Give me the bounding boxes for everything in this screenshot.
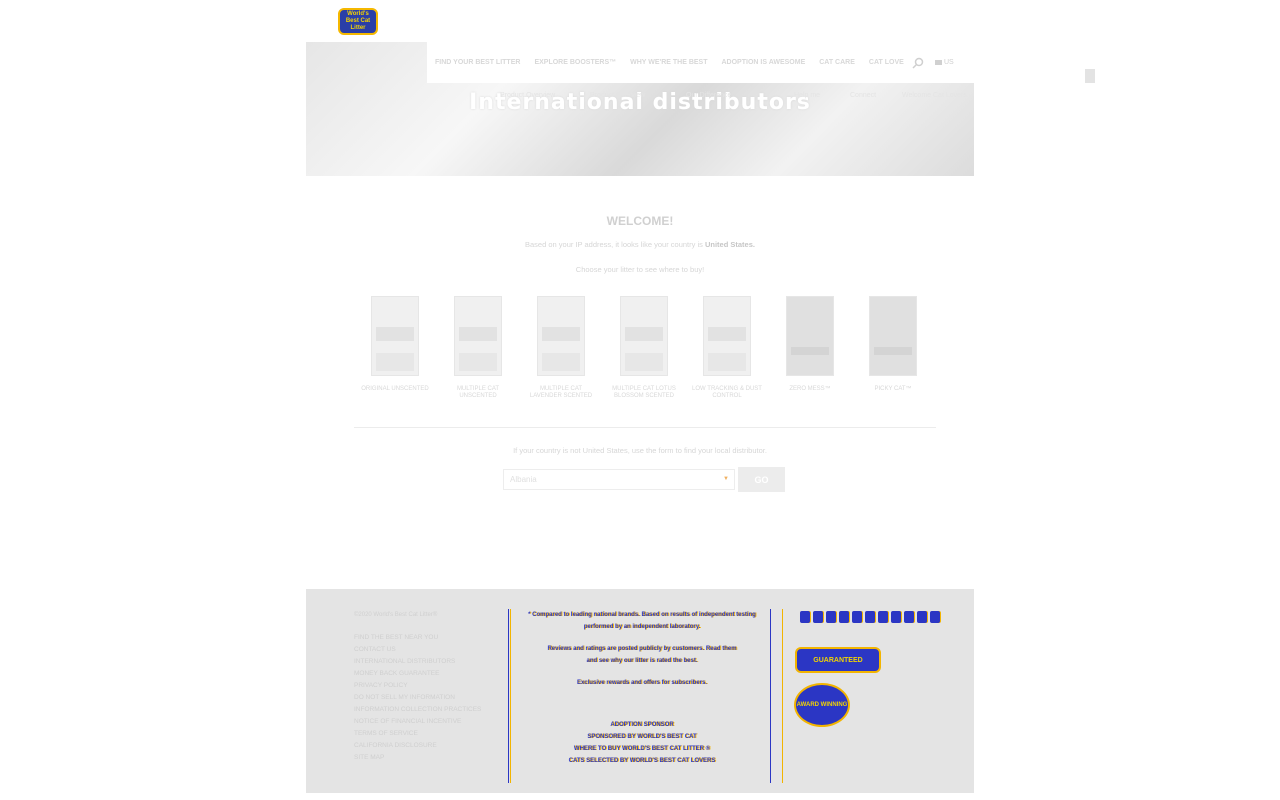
- product-name: LOW TRACKING & DUST CONTROL: [692, 386, 762, 399]
- footer-link[interactable]: CONTACT US: [354, 644, 474, 656]
- nav-edge-tab: [1085, 69, 1095, 83]
- sponsor-line[interactable]: WHERE TO BUY WORLD'S BEST CAT LITTER ®: [524, 743, 760, 755]
- guarantee-badge[interactable]: GUARANTEED: [795, 647, 881, 673]
- choose-litter-text: Choose your litter to see where to buy!: [575, 265, 705, 274]
- nav-explore-boosters[interactable]: EXPLORE BOOSTERS™: [534, 59, 616, 66]
- footer-link[interactable]: DO NOT SELL MY INFORMATION: [354, 692, 474, 704]
- ip-country: United States.: [704, 240, 755, 249]
- badge-text: GUARANTEED: [813, 656, 863, 664]
- footer-note: * Compared to leading national brands. B…: [528, 612, 756, 618]
- product-image: [703, 296, 751, 376]
- section-divider: [354, 427, 936, 428]
- nav-find-litter[interactable]: FIND YOUR BEST LITTER: [435, 59, 520, 66]
- footer-note: performed by an independent laboratory.: [583, 624, 701, 630]
- product-name: MULTIPLE CAT LOTUS BLOSSOM SCENTED: [612, 386, 676, 399]
- page: World's Best Cat Litter International di…: [306, 0, 1095, 800]
- badge-text: AWARD WINNING: [796, 701, 848, 708]
- footer-note: and see why our litter is rated the best…: [586, 658, 698, 664]
- product-image: [454, 296, 502, 376]
- product-name: MULTIPLE CAT UNSCENTED: [456, 386, 500, 399]
- footer-link[interactable]: FIND THE BEST NEAR YOU: [354, 632, 474, 644]
- product-card[interactable]: PICKY CAT™: [858, 296, 928, 393]
- brand-logo[interactable]: World's Best Cat Litter: [338, 8, 378, 35]
- nav-cat-love[interactable]: CAT LOVE: [869, 59, 904, 66]
- site-footer: ©2020 World's Best Cat Litter® FIND THE …: [306, 589, 974, 793]
- product-card[interactable]: LOW TRACKING & DUST CONTROL: [692, 296, 762, 400]
- product-name: ORIGINAL UNSCENTED: [361, 386, 429, 392]
- product-image: [869, 296, 917, 376]
- footer-link[interactable]: INFORMATION COLLECTION PRACTICES: [354, 704, 481, 716]
- welcome-title: WELCOME!: [606, 214, 674, 228]
- vine-icon[interactable]: [891, 611, 901, 623]
- product-card[interactable]: MULTIPLE CAT LAVENDER SCENTED: [526, 296, 596, 400]
- sponsor-line: CATS SELECTED BY WORLD'S BEST CAT LOVERS: [568, 758, 716, 764]
- footer-notes: * Compared to leading national brands. B…: [524, 609, 760, 767]
- product-name: ZERO MESS™: [789, 386, 831, 392]
- footer-note: Reviews and ratings are posted publicly …: [547, 646, 737, 652]
- mail-icon[interactable]: [930, 611, 940, 623]
- ip-country-text: Based on your IP address, it looks like …: [306, 240, 974, 249]
- instagram-icon[interactable]: [813, 611, 823, 623]
- sponsor-line: SPONSORED BY WORLD'S BEST CAT: [587, 734, 697, 740]
- footer-link[interactable]: NOTICE OF FINANCIAL INCENTIVE: [354, 716, 474, 728]
- footer-links: FIND THE BEST NEAR YOU CONTACT US INTERN…: [354, 632, 481, 764]
- footer-divider: [770, 609, 771, 783]
- chevron-down-icon: ▼: [723, 476, 729, 482]
- pinterest-icon[interactable]: [826, 611, 836, 623]
- footer-link[interactable]: TERMS OF SERVICE: [354, 728, 474, 740]
- country-select[interactable]: Albania ▼: [503, 469, 735, 490]
- product-card[interactable]: ZERO MESS™: [775, 296, 845, 393]
- country-select-value: Albania: [510, 475, 537, 484]
- facebook-icon[interactable]: [800, 611, 810, 623]
- nav-cat-care[interactable]: CAT CARE: [819, 59, 855, 66]
- product-image: [786, 296, 834, 376]
- product-image: [620, 296, 668, 376]
- subnav-item[interactable]: Help me: [794, 92, 820, 99]
- footer-link[interactable]: MONEY BACK GUARANTEE: [354, 668, 474, 680]
- footer-link[interactable]: CALIFORNIA DISCLOSURE: [354, 740, 474, 752]
- award-badge: AWARD WINNING: [794, 683, 850, 727]
- product-card[interactable]: ORIGINAL UNSCENTED: [360, 296, 430, 393]
- product-card[interactable]: MULTIPLE CAT LOTUS BLOSSOM SCENTED: [609, 296, 679, 400]
- footer-link[interactable]: SITE MAP: [354, 752, 474, 764]
- social-links: [800, 611, 940, 623]
- subnav-item[interactable]: Product Overview: [590, 92, 645, 99]
- product-name: MULTIPLE CAT LAVENDER SCENTED: [529, 386, 593, 399]
- subnav-item[interactable]: Product Overview: [500, 92, 555, 99]
- copyright: ©2020 World's Best Cat Litter®: [354, 612, 438, 618]
- product-name: PICKY CAT™: [874, 386, 912, 392]
- x-icon[interactable]: [904, 611, 914, 623]
- country-selector[interactable]: US: [935, 59, 954, 66]
- country-note: If your country is not United States, us…: [513, 446, 767, 455]
- footer-link[interactable]: INTERNATIONAL DISTRIBUTORS: [354, 656, 474, 668]
- product-card[interactable]: MULTIPLE CAT UNSCENTED: [443, 296, 513, 400]
- main-nav: FIND YOUR BEST LITTER EXPLORE BOOSTERS™ …: [427, 42, 1095, 83]
- ip-prefix: Based on your IP address, it looks like …: [525, 240, 703, 249]
- youtube-icon[interactable]: [865, 611, 875, 623]
- linkedin-icon[interactable]: [878, 611, 888, 623]
- footer-note: Exclusive rewards and offers for subscri…: [576, 680, 708, 686]
- sponsor-line: ADOPTION SPONSOR: [610, 722, 674, 728]
- subnav-item[interactable]: Our Difference: [686, 92, 731, 99]
- flag-icon: [935, 60, 942, 65]
- sub-nav: Product Overview Product Overview Our Di…: [472, 83, 974, 99]
- search-icon[interactable]: [912, 57, 924, 69]
- product-list: ORIGINAL UNSCENTED MULTIPLE CAT UNSCENTE…: [354, 296, 934, 408]
- go-button[interactable]: GO: [738, 467, 785, 492]
- logo-text: World's Best Cat Litter: [345, 11, 371, 31]
- country-code: US: [944, 59, 954, 66]
- sponsor-block: ADOPTION SPONSOR SPONSORED BY WORLD'S BE…: [524, 719, 760, 767]
- twitter-icon[interactable]: [852, 611, 862, 623]
- subnav-item[interactable]: Welcome Cat Lovers: [902, 92, 967, 99]
- footer-divider: [508, 609, 509, 783]
- product-image: [371, 296, 419, 376]
- product-image: [537, 296, 585, 376]
- nav-why-best[interactable]: WHY WE'RE THE BEST: [630, 59, 707, 66]
- footer-link[interactable]: PRIVACY POLICY: [354, 680, 474, 692]
- subnav-item[interactable]: Connect: [850, 92, 876, 99]
- tiktok-icon[interactable]: [839, 611, 849, 623]
- share-icon[interactable]: [917, 611, 927, 623]
- nav-adoption[interactable]: ADOPTION IS AWESOME: [722, 59, 806, 66]
